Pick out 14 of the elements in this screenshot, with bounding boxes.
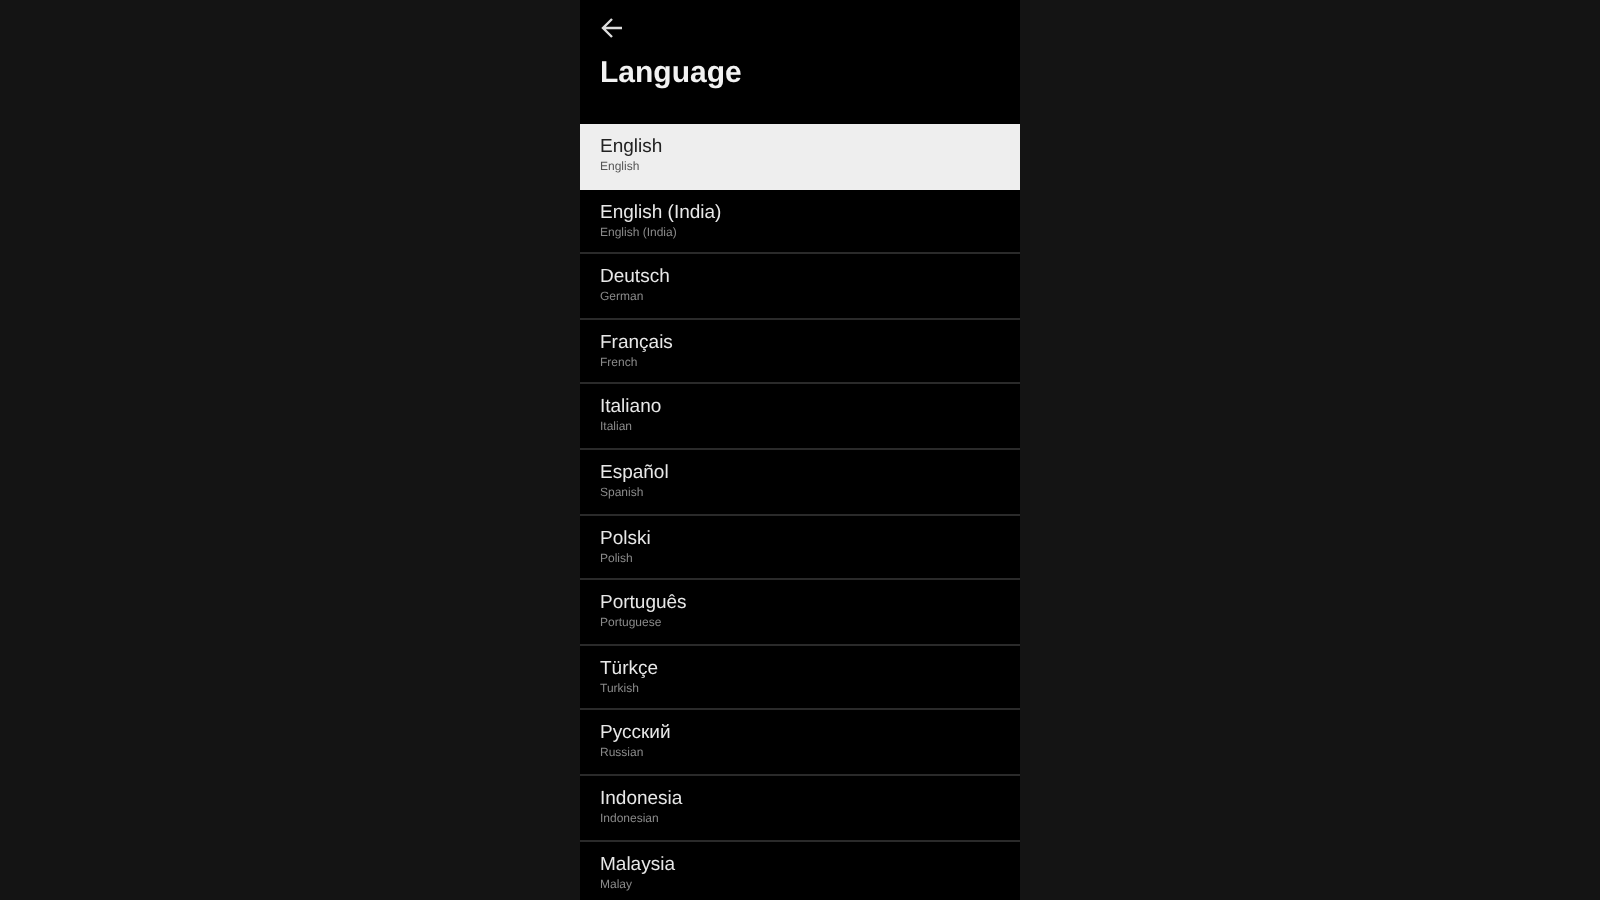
- language-name: Deutsch: [600, 266, 670, 291]
- language-name: Italiano: [600, 396, 662, 421]
- language-name: Malaysia: [600, 853, 675, 878]
- language-name: Español: [600, 461, 669, 486]
- screen-title: Language: [600, 56, 744, 92]
- language-name: Русский: [600, 722, 671, 747]
- language-name: Français: [600, 331, 673, 356]
- back-arrow-icon[interactable]: [600, 16, 624, 40]
- language-name: Português: [600, 592, 687, 617]
- language-name: Indonesia: [600, 787, 683, 812]
- language-name: Polski: [600, 527, 651, 552]
- language-name: Türkçe: [600, 657, 659, 682]
- language-name: English: [600, 136, 663, 160]
- language-name: English (India): [600, 201, 722, 226]
